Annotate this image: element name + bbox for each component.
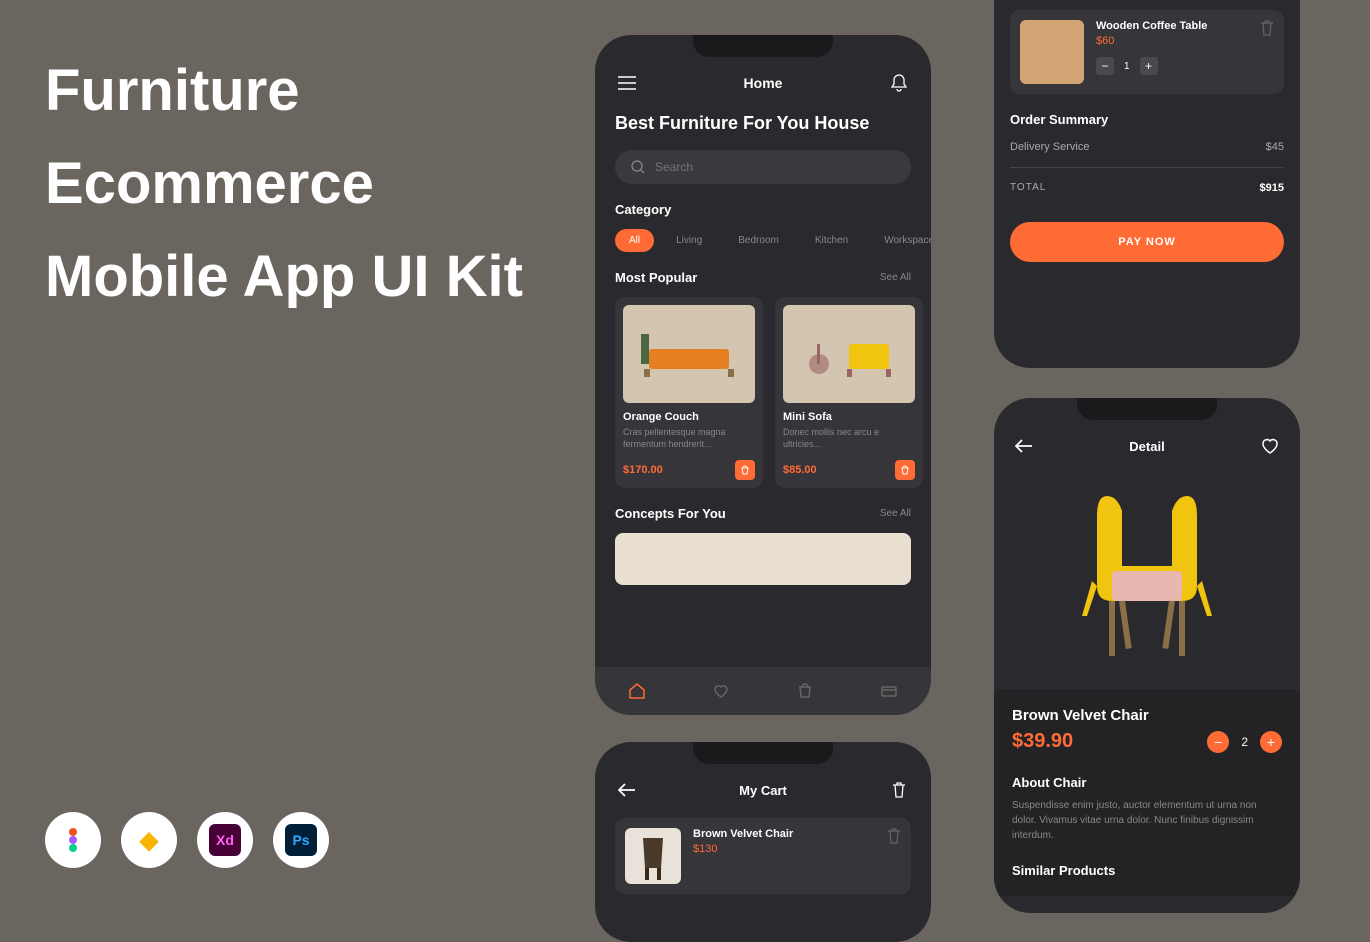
cart-item-image — [1020, 20, 1084, 84]
category-chip[interactable]: All — [615, 229, 654, 252]
product-price: $39.90 — [1012, 730, 1073, 753]
chair-image — [1057, 476, 1237, 676]
tab-favorites[interactable] — [712, 682, 730, 700]
cart-summary-screen: Wooden Coffee Table $60 − 1 + Order Summ… — [994, 0, 1300, 368]
cart-item: Brown Velvet Chair $130 — [615, 818, 911, 894]
delivery-label: Delivery Service — [1010, 141, 1089, 153]
product-price: $170.00 — [623, 464, 663, 476]
add-to-bag-button[interactable] — [895, 460, 915, 480]
tab-card[interactable] — [880, 682, 898, 700]
delete-icon[interactable] — [1260, 20, 1274, 36]
summary-title: Order Summary — [1010, 112, 1284, 127]
figma-badge — [45, 812, 101, 868]
total-label: TOTAL — [1010, 182, 1046, 194]
product-desc: Donec mollis nec arcu e ultricies... — [783, 427, 915, 450]
about-text: Suspendisse enim justo, auctor elementum… — [1012, 798, 1282, 843]
home-screen: Home Best Furniture For You House Catego… — [595, 35, 931, 715]
heart-icon[interactable] — [1258, 434, 1282, 458]
product-price: $85.00 — [783, 464, 817, 476]
ps-badge: Ps — [273, 812, 329, 868]
product-name: Brown Velvet Chair — [1012, 707, 1282, 724]
category-label: Category — [595, 184, 931, 217]
cart-item-name: Wooden Coffee Table — [1096, 20, 1274, 32]
similar-label: Similar Products — [1012, 863, 1282, 878]
total-value: $915 — [1260, 182, 1284, 194]
detail-screen: Detail Brown Velvet Chair $39.90 − 2 + A… — [994, 398, 1300, 913]
bell-icon[interactable] — [887, 71, 911, 95]
product-hero — [994, 458, 1300, 693]
product-image — [623, 305, 755, 403]
cart-item-name: Brown Velvet Chair — [693, 828, 901, 840]
trash-icon[interactable] — [887, 778, 911, 802]
phone-notch — [1077, 398, 1217, 420]
category-chip[interactable]: Bedroom — [724, 229, 793, 252]
see-all-link[interactable]: See All — [880, 508, 911, 519]
see-all-link[interactable]: See All — [880, 272, 911, 283]
qty-plus-button[interactable]: + — [1260, 731, 1282, 753]
cart-item-price: $60 — [1096, 35, 1274, 47]
page-title: My Cart — [739, 783, 787, 798]
qty-value: 1 — [1124, 61, 1130, 72]
my-cart-screen: My Cart Brown Velvet Chair $130 — [595, 742, 931, 942]
back-icon[interactable] — [1012, 434, 1036, 458]
about-label: About Chair — [1012, 775, 1282, 790]
search-icon — [631, 160, 645, 174]
product-name: Orange Couch — [623, 411, 755, 423]
bottom-tabbar — [595, 667, 931, 715]
delivery-value: $45 — [1266, 141, 1284, 153]
category-chips: All Living Bedroom Kitchen Workspace Bat — [595, 217, 931, 252]
cart-item-price: $130 — [693, 843, 901, 855]
product-desc: Cras pellentesque magna fermentum hendre… — [623, 427, 755, 450]
tab-cart[interactable] — [796, 682, 814, 700]
product-name: Mini Sofa — [783, 411, 915, 423]
qty-plus-button[interactable]: + — [1140, 57, 1158, 75]
category-chip[interactable]: Workspace — [870, 229, 931, 252]
qty-minus-button[interactable]: − — [1207, 731, 1229, 753]
product-card[interactable]: Mini Sofa Donec mollis nec arcu e ultric… — [775, 297, 923, 488]
qty-value: 2 — [1241, 735, 1248, 749]
search-input[interactable] — [615, 150, 911, 184]
popular-label: Most Popular — [615, 270, 697, 285]
product-image — [783, 305, 915, 403]
poster-title: Furniture Ecommerce Mobile App UI Kit — [45, 45, 523, 323]
product-card[interactable]: Orange Couch Cras pellentesque magna fer… — [615, 297, 763, 488]
concept-banner[interactable] — [615, 533, 911, 585]
back-icon[interactable] — [615, 778, 639, 802]
cart-item: Wooden Coffee Table $60 − 1 + — [1010, 10, 1284, 94]
tab-home[interactable] — [628, 682, 646, 700]
headline: Best Furniture For You House — [595, 95, 931, 134]
menu-icon[interactable] — [615, 71, 639, 95]
sketch-badge: ◆ — [121, 812, 177, 868]
add-to-bag-button[interactable] — [735, 460, 755, 480]
qty-minus-button[interactable]: − — [1096, 57, 1114, 75]
cart-item-image — [625, 828, 681, 884]
phone-notch — [693, 742, 833, 764]
pay-now-button[interactable]: PAY NOW — [1010, 222, 1284, 262]
xd-badge: Xd — [197, 812, 253, 868]
tool-badges: ◆ Xd Ps — [45, 812, 329, 868]
phone-notch — [693, 35, 833, 57]
category-chip[interactable]: Kitchen — [801, 229, 862, 252]
category-chip[interactable]: Living — [662, 229, 716, 252]
page-title: Home — [744, 75, 783, 91]
concepts-label: Concepts For You — [615, 506, 726, 521]
delete-icon[interactable] — [887, 828, 901, 844]
page-title: Detail — [1129, 439, 1164, 454]
